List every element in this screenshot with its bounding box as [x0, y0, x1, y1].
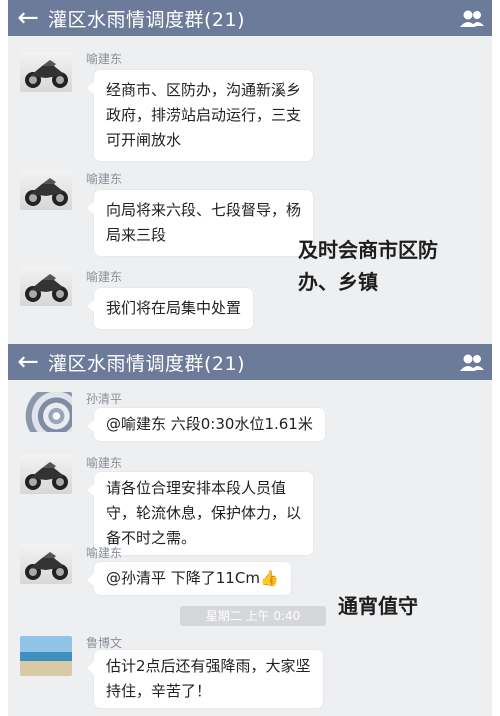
motorcycle-avatar[interactable] — [20, 52, 72, 92]
sender-name: 喻建东 — [86, 52, 123, 66]
caption-overlay: 及时会商市区防 办、乡镇 — [298, 234, 438, 298]
message-line: @喻建东 六段0:30水位1.61米 — [106, 415, 313, 433]
message-line: 守，轮流休息，保护体力，以 — [106, 504, 302, 522]
motorcycle-avatar[interactable] — [20, 266, 72, 306]
sender-name: 鲁博文 — [86, 636, 123, 650]
message-bubble[interactable]: 我们将在局集中处置 — [86, 288, 254, 329]
message-line: 备不时之需。 — [106, 529, 197, 547]
message-line: 估计2点后还有强降雨，大家坚 — [106, 657, 311, 675]
caption-overlay: 通宵值守 — [338, 594, 418, 618]
caption-line: 及时会商市区防 — [298, 238, 438, 262]
timestamp: 星期二 上午 0:40 — [180, 606, 326, 626]
message-bubble[interactable]: 估计2点后还有强降雨，大家坚 持住，辛苦了！ — [87, 650, 323, 708]
sender-name: 喻建东 — [86, 172, 123, 186]
sender-name: 喻建东 — [86, 546, 123, 560]
message-line: 请各位合理安排本段人员值 — [106, 479, 287, 497]
group-members-icon[interactable] — [452, 344, 492, 380]
message-line: 经商市、区防办，沟通新溪乡 — [106, 81, 302, 99]
message-bubble[interactable]: @孙清平 下降了11Cm👍 — [87, 562, 291, 595]
message-line: 持住，辛苦了！ — [106, 682, 212, 700]
motorcycle-avatar[interactable] — [20, 544, 72, 584]
chat-panel-1: ← 灌区水雨情调度群(21) 喻建东 经商市、区防办，沟通新溪乡 政府，排涝站启… — [8, 0, 492, 344]
chat-title: 灌区水雨情调度群(21) — [48, 8, 246, 31]
sender-name: 孙清平 — [86, 392, 123, 406]
message-line: 可开闸放水 — [106, 131, 182, 149]
message-bubble[interactable]: 向局将来六段、七段督导，杨 局来三段 — [86, 190, 314, 256]
message-bubble[interactable]: @喻建东 六段0:30水位1.61米 — [87, 408, 325, 441]
sender-name: 喻建东 — [86, 456, 123, 470]
message-line: 向局将来六段、七段督导，杨 — [106, 201, 302, 219]
motorcycle-avatar[interactable] — [20, 454, 72, 494]
message-line: @孙清平 下降了11Cm — [106, 569, 260, 587]
sender-name: 喻建东 — [86, 270, 123, 284]
thumbs-up-icon: 👍 — [259, 569, 279, 587]
message-line: 局来三段 — [106, 226, 167, 244]
chat-header: ← 灌区水雨情调度群(21) — [8, 0, 492, 36]
group-members-icon[interactable] — [452, 0, 492, 36]
chat-panel-2: ← 灌区水雨情调度群(21) 孙清平 @喻建东 六段0:30水位1.61米 喻建… — [8, 344, 492, 716]
message-line: 政府，排涝站启动运行，三支 — [106, 106, 302, 124]
chat-title: 灌区水雨情调度群(21) — [48, 352, 246, 375]
back-arrow-icon[interactable]: ← — [8, 344, 48, 380]
sea-avatar[interactable] — [20, 636, 72, 676]
spiral-avatar[interactable] — [20, 392, 72, 432]
chat-header: ← 灌区水雨情调度群(21) — [8, 344, 492, 380]
caption-line: 办、乡镇 — [298, 270, 378, 294]
motorcycle-avatar[interactable] — [20, 170, 72, 210]
back-arrow-icon[interactable]: ← — [8, 0, 48, 36]
message-bubble[interactable]: 经商市、区防办，沟通新溪乡 政府，排涝站启动运行，三支 可开闸放水 — [86, 70, 314, 161]
message-line: 我们将在局集中处置 — [106, 299, 242, 317]
message-bubble[interactable]: 请各位合理安排本段人员值 守，轮流休息，保护体力，以 备不时之需。 — [86, 472, 314, 555]
